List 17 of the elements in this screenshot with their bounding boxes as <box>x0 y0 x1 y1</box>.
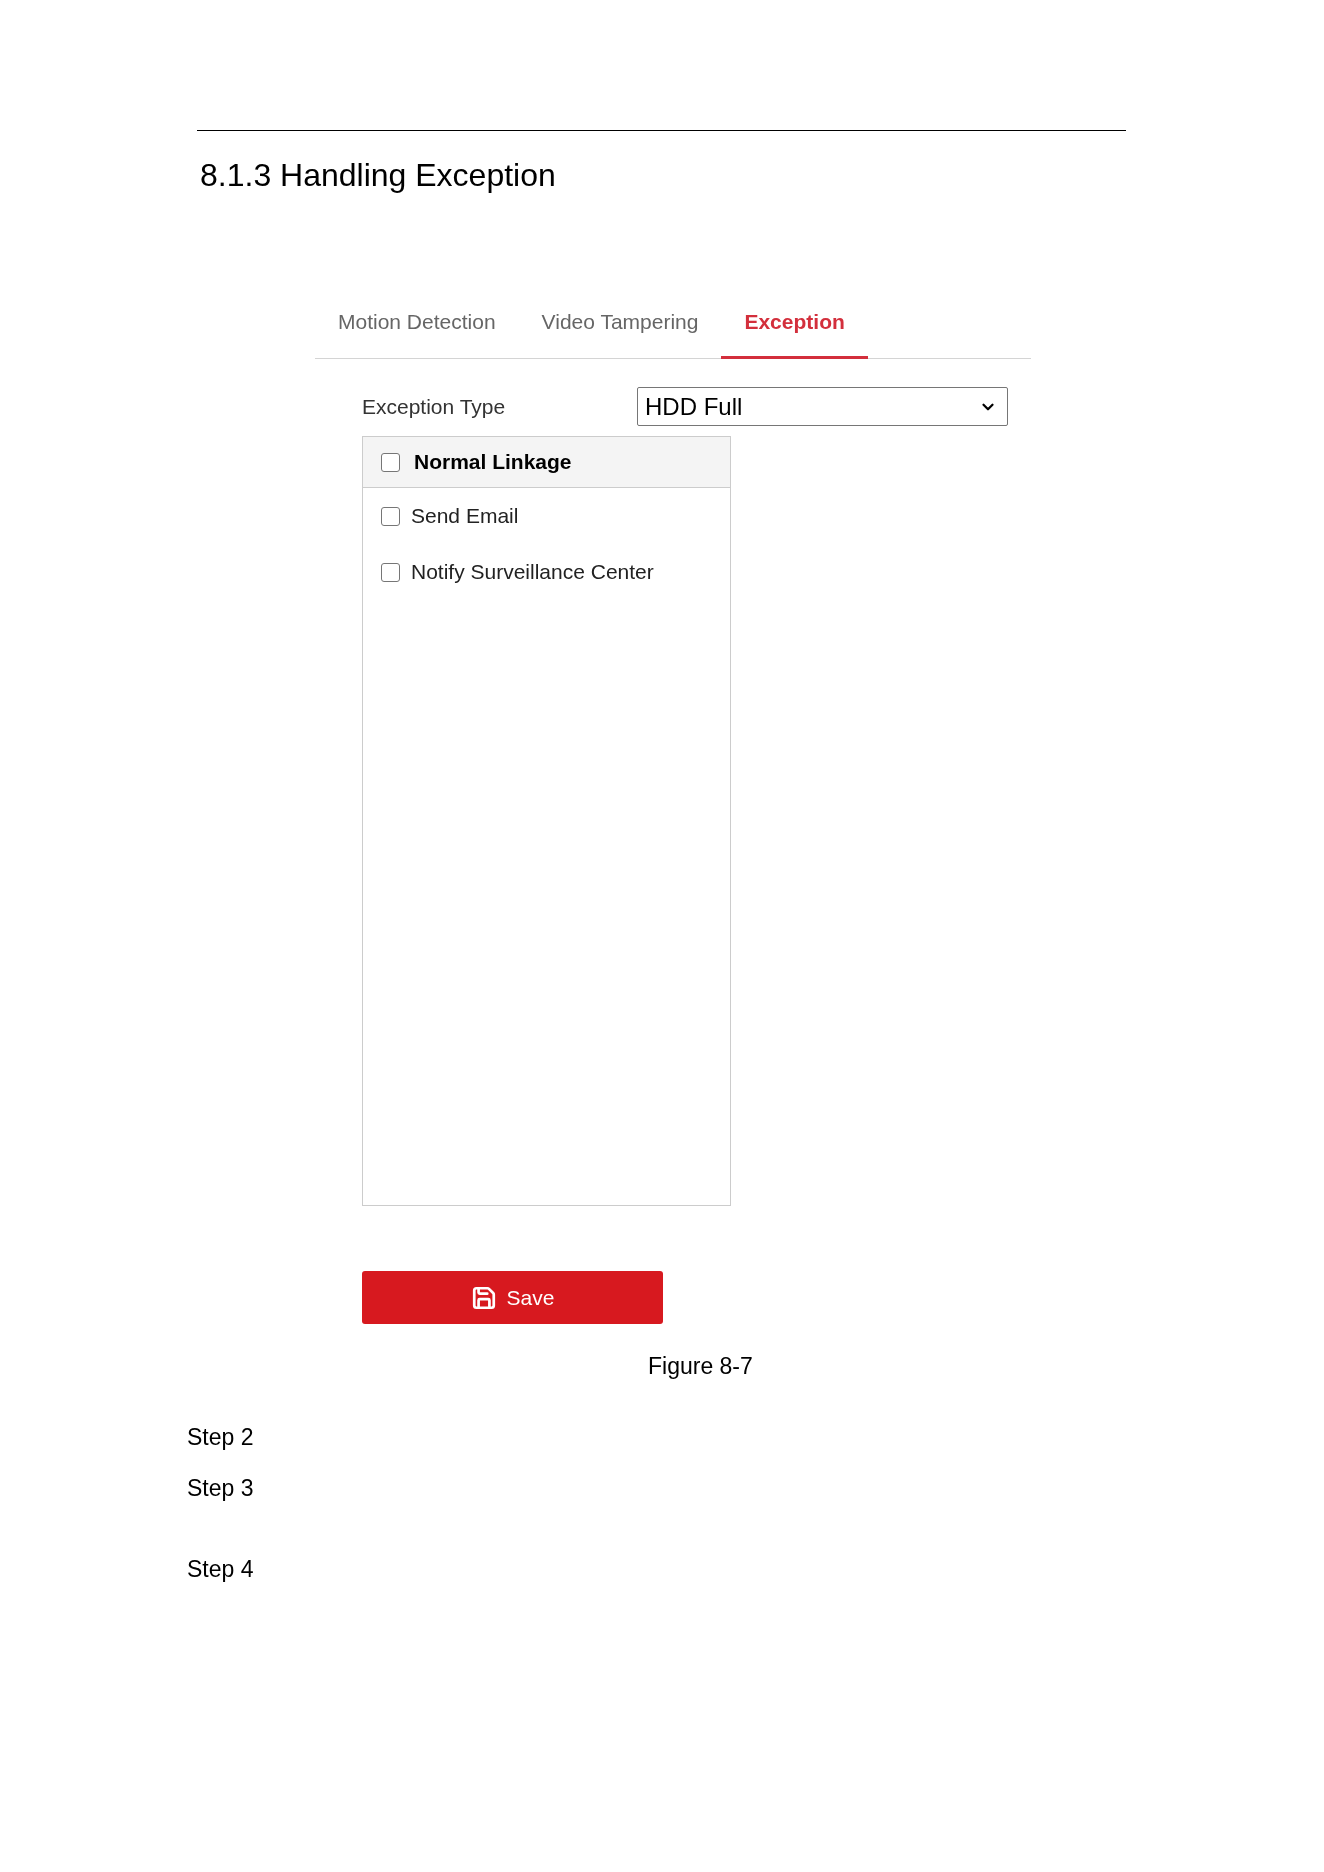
save-button[interactable]: Save <box>362 1271 663 1324</box>
step-label: Step 4 <box>187 1555 254 1583</box>
exception-type-select[interactable]: HDD Full <box>637 387 1008 426</box>
checkbox[interactable] <box>381 452 400 472</box>
checkbox[interactable] <box>381 562 400 582</box>
checkbox-label: Send Email <box>411 503 519 530</box>
figure-caption: Figure 8-7 <box>648 1352 753 1380</box>
tab[interactable]: Video Tampering <box>518 301 722 359</box>
field-label: Exception Type <box>362 393 507 420</box>
checkbox-label: Normal Linkage <box>414 449 572 476</box>
tab[interactable]: Motion Detection <box>315 301 519 359</box>
checkbox[interactable] <box>381 506 400 526</box>
section-heading: 8.1.3 Handling Exception <box>200 156 556 194</box>
tab[interactable]: Exception <box>721 301 868 359</box>
step-label: Step 2 <box>187 1423 254 1451</box>
checkbox-label: Notify Surveillance Center <box>411 559 654 586</box>
step-label: Step 3 <box>187 1474 254 1502</box>
